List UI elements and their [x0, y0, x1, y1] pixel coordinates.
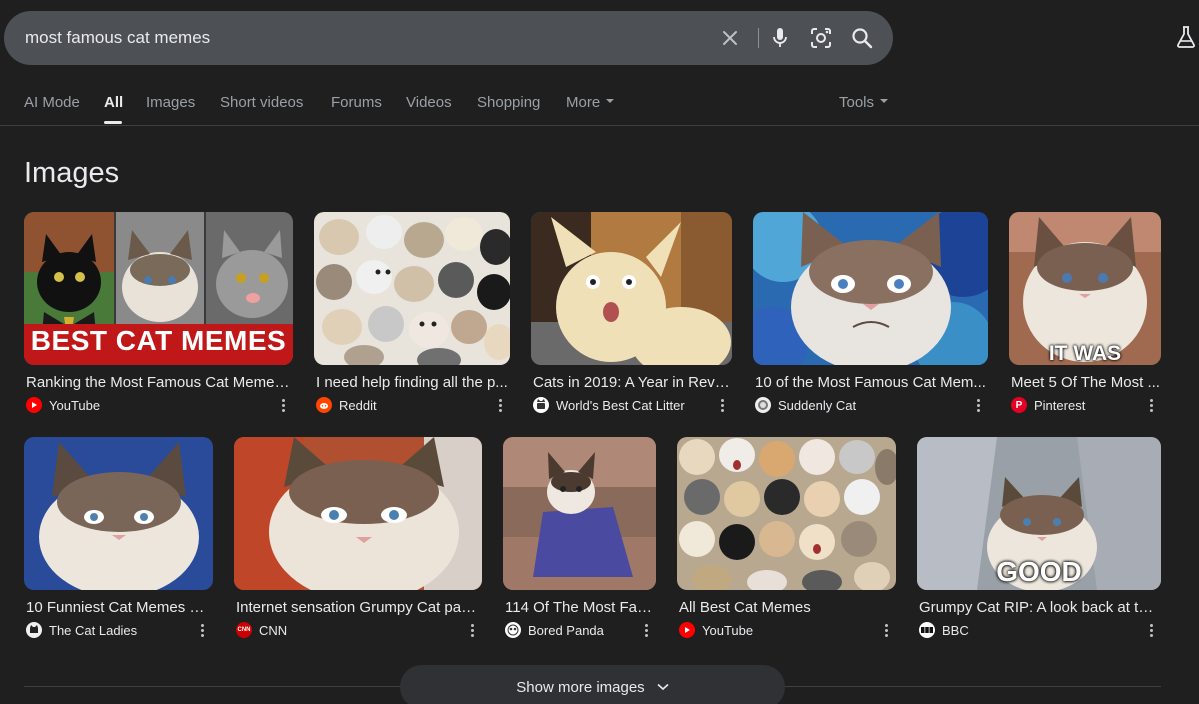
bbc-icon — [919, 622, 935, 638]
image-result-source[interactable]: Suddenly Cat — [755, 396, 856, 414]
image-thumbnail[interactable]: BEST CAT MEMES — [24, 212, 293, 365]
worlds-best-cat-litter-icon — [533, 397, 549, 413]
tab-more-label: More — [566, 94, 601, 111]
image-result-title[interactable]: 114 Of The Most Fam... — [505, 599, 655, 616]
image-result-source[interactable]: The Cat Ladies — [26, 621, 137, 639]
search-input[interactable]: most famous cat memes — [25, 28, 210, 48]
more-options-icon[interactable] — [196, 621, 208, 639]
microphone-icon[interactable] — [765, 23, 795, 53]
cnn-icon-text: CNN — [237, 627, 251, 633]
tab-ai-mode[interactable]: AI Mode — [24, 94, 80, 111]
image-thumbnail[interactable]: GOOD — [917, 437, 1161, 590]
image-result-title[interactable]: 10 Funniest Cat Memes of ... — [26, 599, 212, 616]
more-options-icon[interactable] — [716, 396, 728, 414]
image-result-source[interactable]: CNN CNN — [236, 621, 287, 639]
reddit-icon — [316, 397, 332, 413]
image-result-source[interactable]: P Pinterest — [1011, 396, 1085, 414]
source-name: Bored Panda — [528, 622, 604, 638]
search-bar[interactable]: most famous cat memes — [4, 11, 893, 65]
image-result-title[interactable]: All Best Cat Memes — [679, 599, 894, 616]
chevron-down-icon — [657, 683, 669, 691]
image-result-source[interactable]: Bored Panda — [505, 621, 604, 639]
source-name: YouTube — [49, 397, 101, 413]
image-result-title[interactable]: Cats in 2019: A Year in Revie... — [533, 374, 730, 391]
youtube-icon — [26, 397, 42, 413]
image-result-source[interactable]: YouTube — [679, 621, 753, 639]
caret-down-icon — [606, 99, 615, 104]
tab-videos[interactable]: Videos — [406, 94, 452, 111]
image-result-title[interactable]: Meet 5 Of The Most ... — [1011, 374, 1161, 391]
youtube-icon — [679, 622, 695, 638]
image-result-title[interactable]: 10 of the Most Famous Cat Mem... — [755, 374, 986, 391]
more-options-icon[interactable] — [880, 621, 892, 639]
source-name: World's Best Cat Litter — [556, 397, 685, 413]
tab-all[interactable]: All — [104, 94, 123, 111]
image-result-title[interactable]: Internet sensation Grumpy Cat pas... — [236, 599, 480, 616]
image-thumbnail[interactable] — [314, 212, 510, 365]
more-options-icon[interactable] — [972, 396, 984, 414]
cat-ladies-icon — [26, 622, 42, 638]
image-thumbnail[interactable] — [24, 437, 213, 590]
suddenly-cat-icon — [755, 397, 771, 413]
thumbnail-caption: GOOD — [996, 556, 1082, 587]
active-tab-indicator — [104, 121, 122, 124]
more-options-icon[interactable] — [640, 621, 652, 639]
source-name: BBC — [942, 622, 969, 638]
more-options-icon[interactable] — [1145, 621, 1157, 639]
source-name: YouTube — [702, 622, 754, 638]
more-options-icon[interactable] — [277, 396, 289, 414]
image-result-source[interactable]: YouTube — [26, 396, 100, 414]
show-more-images-button[interactable]: Show more images — [400, 665, 785, 704]
tab-images[interactable]: Images — [146, 94, 195, 111]
images-section-title: Images — [24, 157, 120, 189]
image-thumbnail[interactable] — [531, 212, 732, 365]
cnn-icon: CNN — [236, 622, 252, 638]
tab-forums[interactable]: Forums — [331, 94, 382, 111]
image-thumbnail[interactable] — [234, 437, 482, 590]
source-name: Reddit — [339, 397, 377, 413]
source-name: CNN — [259, 622, 288, 638]
pinterest-icon: P — [1011, 397, 1027, 413]
tools-label: Tools — [839, 94, 875, 111]
image-result-source[interactable]: Reddit — [316, 396, 377, 414]
thumbnail-caption: BEST CAT MEMES — [30, 325, 287, 356]
image-result-title[interactable]: Grumpy Cat RIP: A look back at the... — [919, 599, 1161, 616]
image-result-source[interactable]: BBC — [919, 621, 969, 639]
source-name: The Cat Ladies — [49, 622, 138, 638]
labs-flask-icon[interactable] — [1174, 25, 1198, 49]
tab-short-videos[interactable]: Short videos — [220, 94, 303, 111]
image-result-title[interactable]: Ranking the Most Famous Cat Memes ... — [26, 374, 291, 391]
lens-camera-icon[interactable] — [806, 23, 836, 53]
caret-down-icon — [880, 99, 889, 104]
image-thumbnail[interactable] — [503, 437, 656, 590]
search-bar-divider — [758, 28, 759, 48]
more-options-icon[interactable] — [466, 621, 478, 639]
show-more-label: Show more images — [516, 678, 645, 696]
image-thumbnail[interactable] — [753, 212, 988, 365]
search-icon[interactable] — [847, 23, 877, 53]
more-options-icon[interactable] — [1145, 396, 1157, 414]
tab-shopping[interactable]: Shopping — [477, 94, 540, 111]
close-icon[interactable] — [715, 23, 745, 53]
tools-button[interactable]: Tools — [839, 94, 889, 111]
bored-panda-icon — [505, 622, 521, 638]
more-options-icon[interactable] — [494, 396, 506, 414]
image-result-source[interactable]: World's Best Cat Litter — [533, 396, 685, 414]
image-result-title[interactable]: I need help finding all the p... — [316, 374, 508, 391]
tabs-divider — [0, 125, 1199, 126]
source-name: Pinterest — [1034, 397, 1086, 413]
thumbnail-caption: IT WAS AWFUL — [1048, 342, 1122, 365]
tab-more[interactable]: More — [566, 94, 615, 111]
image-thumbnail[interactable]: IT WAS AWFUL — [1009, 212, 1161, 365]
source-name: Suddenly Cat — [778, 397, 857, 413]
image-thumbnail[interactable] — [677, 437, 896, 590]
